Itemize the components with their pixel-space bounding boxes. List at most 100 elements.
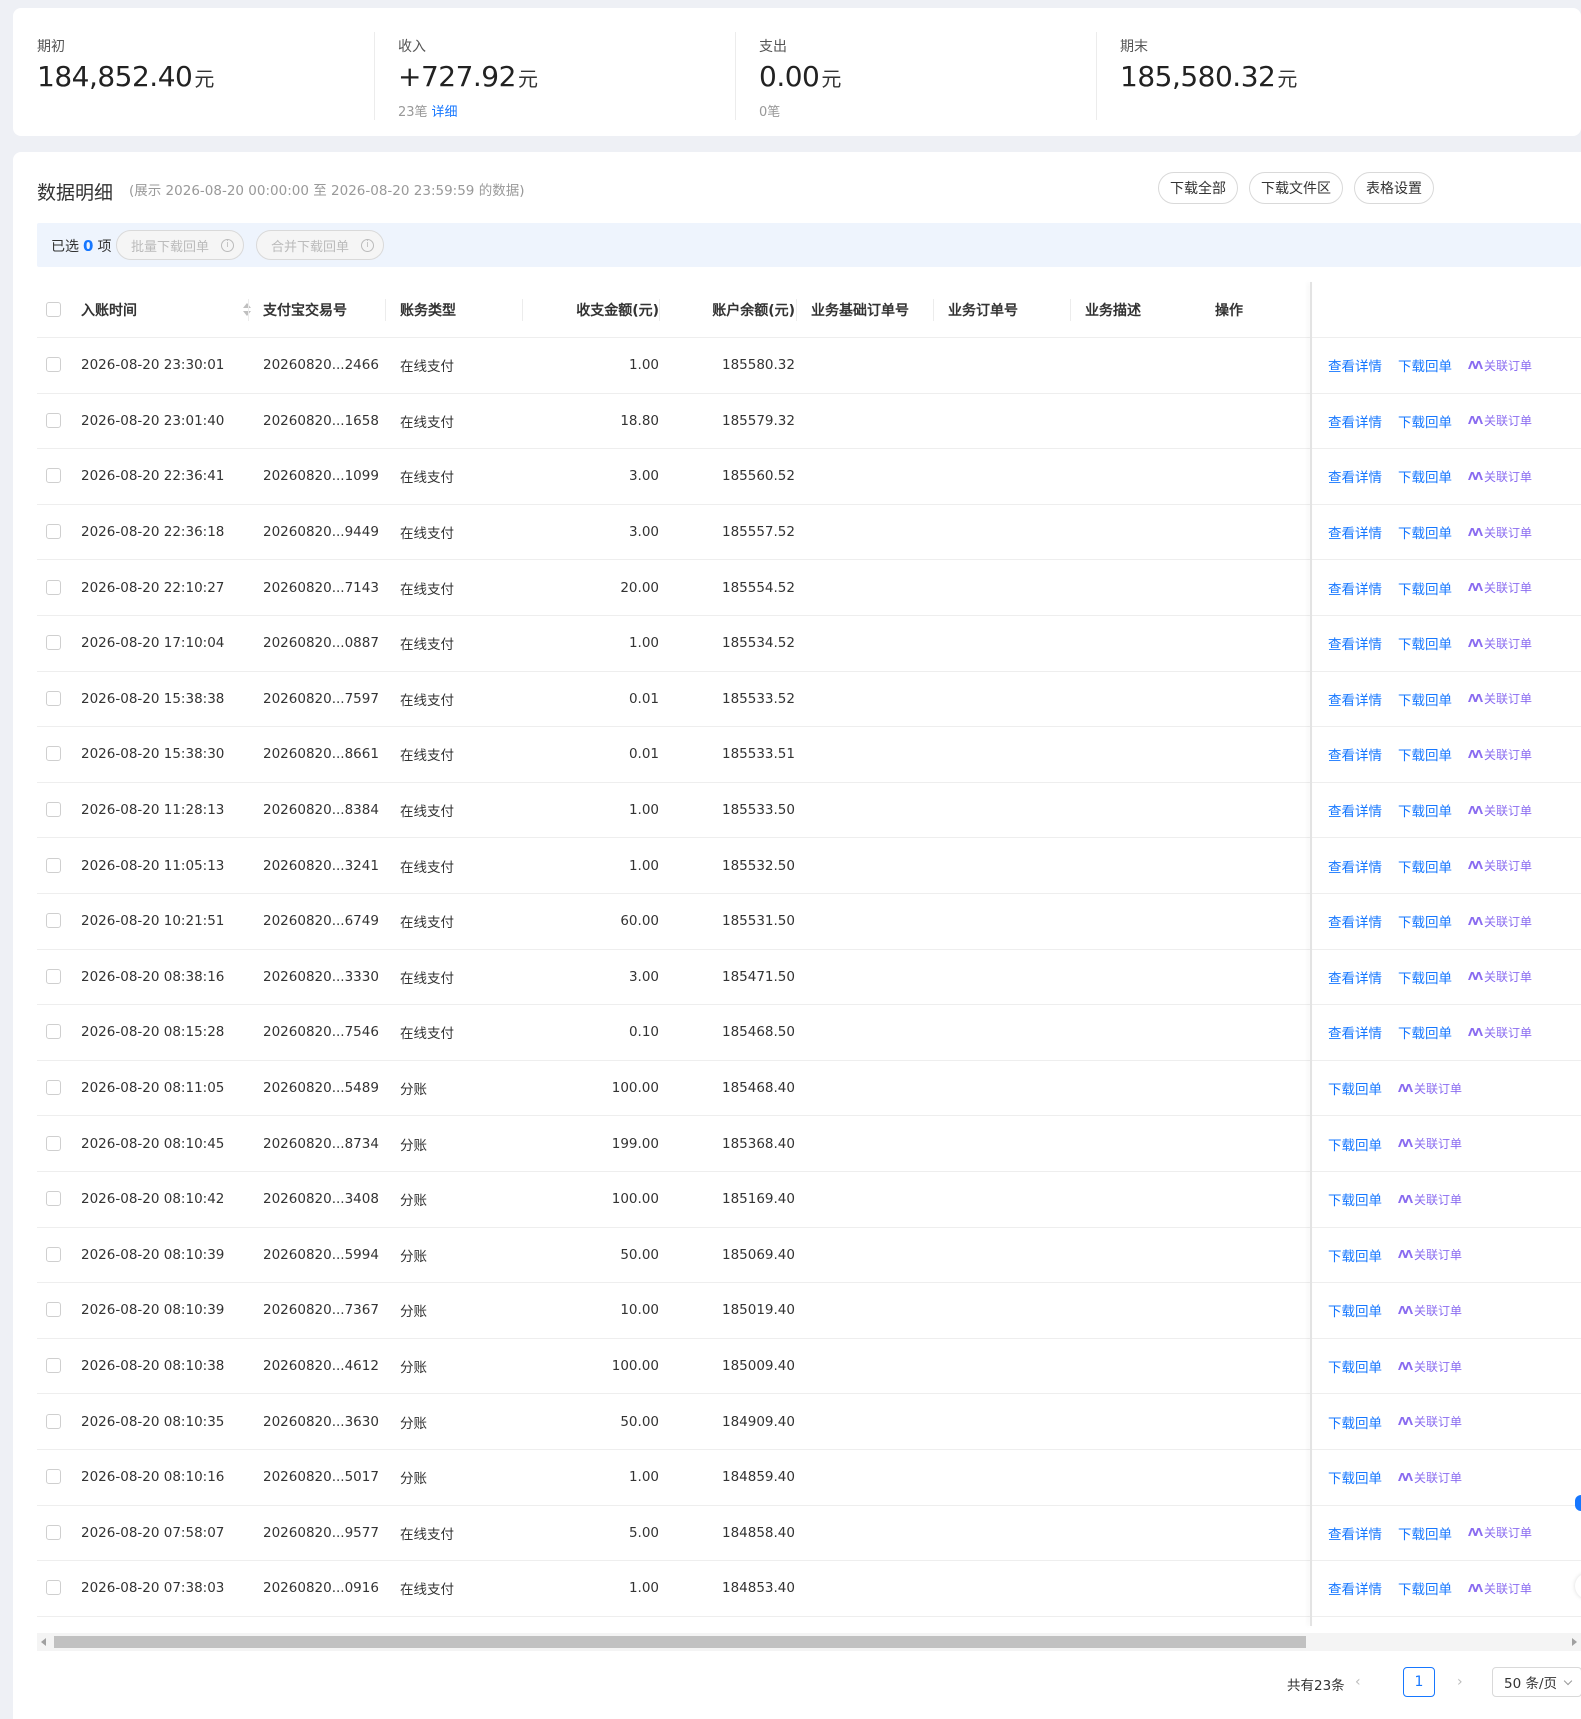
view-detail-link[interactable]: 查看详情	[1328, 522, 1382, 542]
page-size-select[interactable]: 50 条/页	[1492, 1667, 1581, 1697]
horizontal-scrollbar[interactable]	[37, 1633, 1581, 1651]
row-checkbox[interactable]	[46, 524, 61, 540]
scroll-right-arrow-icon[interactable]	[1572, 1638, 1577, 1646]
row-checkbox[interactable]	[46, 1469, 61, 1485]
view-detail-link[interactable]: 查看详情	[1328, 578, 1382, 598]
row-checkbox[interactable]	[46, 412, 61, 428]
relate-order-link[interactable]: ΛΛ 关联订单	[1468, 1524, 1532, 1541]
download-receipt-link[interactable]: 下载回单	[1328, 1412, 1382, 1432]
view-detail-link[interactable]: 查看详情	[1328, 1523, 1382, 1543]
relate-order-link[interactable]: ΛΛ 关联订单	[1468, 579, 1532, 596]
row-checkbox[interactable]	[46, 802, 61, 818]
relate-order-link[interactable]: ΛΛ 关联订单	[1468, 690, 1532, 707]
download-receipt-link[interactable]: 下载回单	[1398, 633, 1452, 653]
relate-order-link[interactable]: ΛΛ 关联订单	[1468, 412, 1532, 429]
scrollbar-thumb[interactable]	[54, 1636, 1306, 1648]
side-float-tab[interactable]	[1575, 1495, 1581, 1511]
download-receipt-link[interactable]: 下载回单	[1398, 911, 1452, 931]
relate-order-link[interactable]: ΛΛ 关联订单	[1468, 913, 1532, 930]
relate-order-link[interactable]: ΛΛ 关联订单	[1398, 1358, 1462, 1375]
download-receipt-link[interactable]: 下载回单	[1328, 1356, 1382, 1376]
download-receipt-link[interactable]: 下载回单	[1328, 1189, 1382, 1209]
relate-order-link[interactable]: ΛΛ 关联订单	[1468, 635, 1532, 652]
row-checkbox[interactable]	[46, 1302, 61, 1318]
download-receipt-link[interactable]: 下载回单	[1328, 1134, 1382, 1154]
relate-order-link[interactable]: ΛΛ 关联订单	[1398, 1191, 1462, 1208]
download-receipt-link[interactable]: 下载回单	[1398, 355, 1452, 375]
download-receipt-link[interactable]: 下载回单	[1398, 522, 1452, 542]
row-checkbox[interactable]	[46, 857, 61, 873]
row-checkbox[interactable]	[46, 635, 61, 651]
page-1-button[interactable]: 1	[1403, 1667, 1435, 1697]
download-receipt-link[interactable]: 下载回单	[1398, 466, 1452, 486]
view-detail-link[interactable]: 查看详情	[1328, 1022, 1382, 1042]
row-checkbox[interactable]	[46, 968, 61, 984]
row-checkbox[interactable]	[46, 1358, 61, 1374]
view-detail-link[interactable]: 查看详情	[1328, 967, 1382, 987]
download-receipt-link[interactable]: 下载回单	[1398, 1523, 1452, 1543]
relate-order-link[interactable]: ΛΛ 关联订单	[1398, 1469, 1462, 1486]
download-receipt-link[interactable]: 下载回单	[1398, 967, 1452, 987]
row-checkbox[interactable]	[46, 357, 61, 373]
row-checkbox[interactable]	[46, 913, 61, 929]
view-detail-link[interactable]: 查看详情	[1328, 856, 1382, 876]
next-page-icon[interactable]: ›	[1457, 1674, 1463, 1690]
relate-order-link[interactable]: ΛΛ 关联订单	[1468, 746, 1532, 763]
view-detail-link[interactable]: 查看详情	[1328, 689, 1382, 709]
scroll-left-arrow-icon[interactable]	[41, 1638, 46, 1646]
relate-order-link[interactable]: ΛΛ 关联订单	[1468, 857, 1532, 874]
row-checkbox[interactable]	[46, 1246, 61, 1262]
download-receipt-link[interactable]: 下载回单	[1328, 1300, 1382, 1320]
row-checkbox[interactable]	[46, 690, 61, 706]
view-detail-link[interactable]: 查看详情	[1328, 466, 1382, 486]
download-file-area-button[interactable]: 下载文件区	[1249, 172, 1343, 204]
view-detail-link[interactable]: 查看详情	[1328, 800, 1382, 820]
row-checkbox[interactable]	[46, 468, 61, 484]
table-settings-button[interactable]: 表格设置	[1354, 172, 1434, 204]
row-checkbox[interactable]	[46, 1024, 61, 1040]
download-receipt-link[interactable]: 下载回单	[1398, 1022, 1452, 1042]
merge-download-button[interactable]: 合并下载回单 i	[256, 230, 384, 260]
row-checkbox[interactable]	[46, 579, 61, 595]
download-receipt-link[interactable]: 下载回单	[1398, 578, 1452, 598]
relate-order-link[interactable]: ΛΛ 关联订单	[1468, 524, 1532, 541]
download-receipt-link[interactable]: 下载回单	[1398, 411, 1452, 431]
batch-download-button[interactable]: 批量下载回单 i	[116, 230, 244, 260]
row-checkbox[interactable]	[46, 1580, 61, 1596]
relate-order-link[interactable]: ΛΛ 关联订单	[1468, 468, 1532, 485]
relate-order-link[interactable]: ΛΛ 关联订单	[1468, 1580, 1532, 1597]
relate-order-link[interactable]: ΛΛ 关联订单	[1398, 1413, 1462, 1430]
download-receipt-link[interactable]: 下载回单	[1328, 1467, 1382, 1487]
download-receipt-link[interactable]: 下载回单	[1328, 1078, 1382, 1098]
view-detail-link[interactable]: 查看详情	[1328, 355, 1382, 375]
download-receipt-link[interactable]: 下载回单	[1398, 800, 1452, 820]
relate-order-link[interactable]: ΛΛ 关联订单	[1398, 1080, 1462, 1097]
relate-order-link[interactable]: ΛΛ 关联订单	[1398, 1135, 1462, 1152]
row-checkbox[interactable]	[46, 1524, 61, 1540]
prev-page-icon[interactable]: ‹	[1355, 1674, 1361, 1690]
relate-order-link[interactable]: ΛΛ 关联订单	[1398, 1302, 1462, 1319]
download-receipt-link[interactable]: 下载回单	[1328, 1245, 1382, 1265]
relate-order-link[interactable]: ΛΛ 关联订单	[1468, 357, 1532, 374]
view-detail-link[interactable]: 查看详情	[1328, 633, 1382, 653]
row-checkbox[interactable]	[46, 1413, 61, 1429]
download-all-button[interactable]: 下载全部	[1158, 172, 1238, 204]
row-checkbox[interactable]	[46, 1135, 61, 1151]
download-receipt-link[interactable]: 下载回单	[1398, 689, 1452, 709]
sort-icon[interactable]	[242, 302, 252, 318]
view-detail-link[interactable]: 查看详情	[1328, 1578, 1382, 1598]
relate-order-link[interactable]: ΛΛ 关联订单	[1398, 1246, 1462, 1263]
download-receipt-link[interactable]: 下载回单	[1398, 744, 1452, 764]
select-all-checkbox[interactable]	[46, 302, 61, 317]
row-checkbox[interactable]	[46, 746, 61, 762]
relate-order-link[interactable]: ΛΛ 关联订单	[1468, 968, 1532, 985]
download-receipt-link[interactable]: 下载回单	[1398, 1578, 1452, 1598]
row-checkbox[interactable]	[46, 1080, 61, 1096]
relate-order-link[interactable]: ΛΛ 关联订单	[1468, 1024, 1532, 1041]
download-receipt-link[interactable]: 下载回单	[1398, 856, 1452, 876]
view-detail-link[interactable]: 查看详情	[1328, 411, 1382, 431]
view-detail-link[interactable]: 查看详情	[1328, 911, 1382, 931]
relate-order-link[interactable]: ΛΛ 关联订单	[1468, 802, 1532, 819]
row-checkbox[interactable]	[46, 1191, 61, 1207]
view-detail-link[interactable]: 查看详情	[1328, 744, 1382, 764]
